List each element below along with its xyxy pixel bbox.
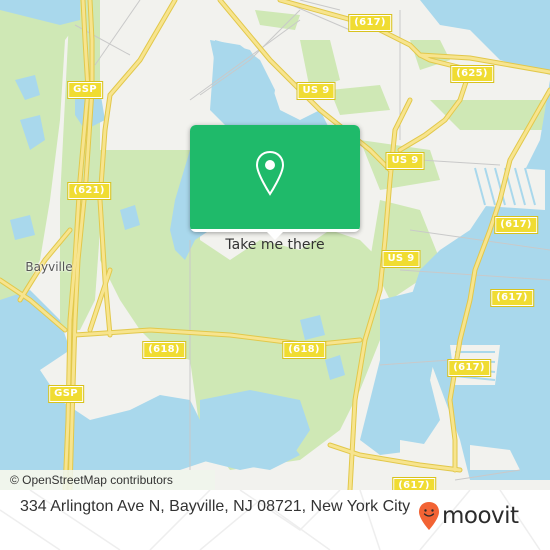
road-label-617: (617)	[348, 14, 392, 32]
road-label-us9: US 9	[296, 82, 336, 100]
road-label-617: (617)	[392, 477, 436, 490]
address-text: 334 Arlington Ave N, Bayville, NJ 08721,…	[20, 498, 411, 515]
moovit-smiley-pin-icon	[419, 502, 439, 530]
road-label-625: (625)	[450, 65, 494, 83]
road-label-618: (618)	[142, 341, 186, 359]
road-label-us9: US 9	[385, 152, 425, 170]
road-label-gsp: GSP	[48, 385, 84, 403]
moovit-wordmark: moovit	[442, 503, 519, 529]
road-label-617: (617)	[447, 359, 491, 377]
road-label-gsp: GSP	[67, 81, 103, 99]
take-me-there-button[interactable]: Take me there	[190, 229, 360, 262]
place-label-bayville: Bayville	[25, 260, 73, 274]
take-me-there-label: Take me there	[225, 237, 325, 253]
road-label-621: (621)	[67, 182, 111, 200]
road-label-us9: US 9	[381, 250, 421, 268]
road-label-617: (617)	[490, 289, 534, 307]
map-pin-icon	[255, 150, 285, 196]
map-attribution[interactable]: © OpenStreetMap contributors	[0, 470, 215, 490]
road-label-617: (617)	[494, 216, 538, 234]
moovit-logo[interactable]: moovit	[418, 500, 519, 532]
road-label-618: (618)	[282, 341, 326, 359]
